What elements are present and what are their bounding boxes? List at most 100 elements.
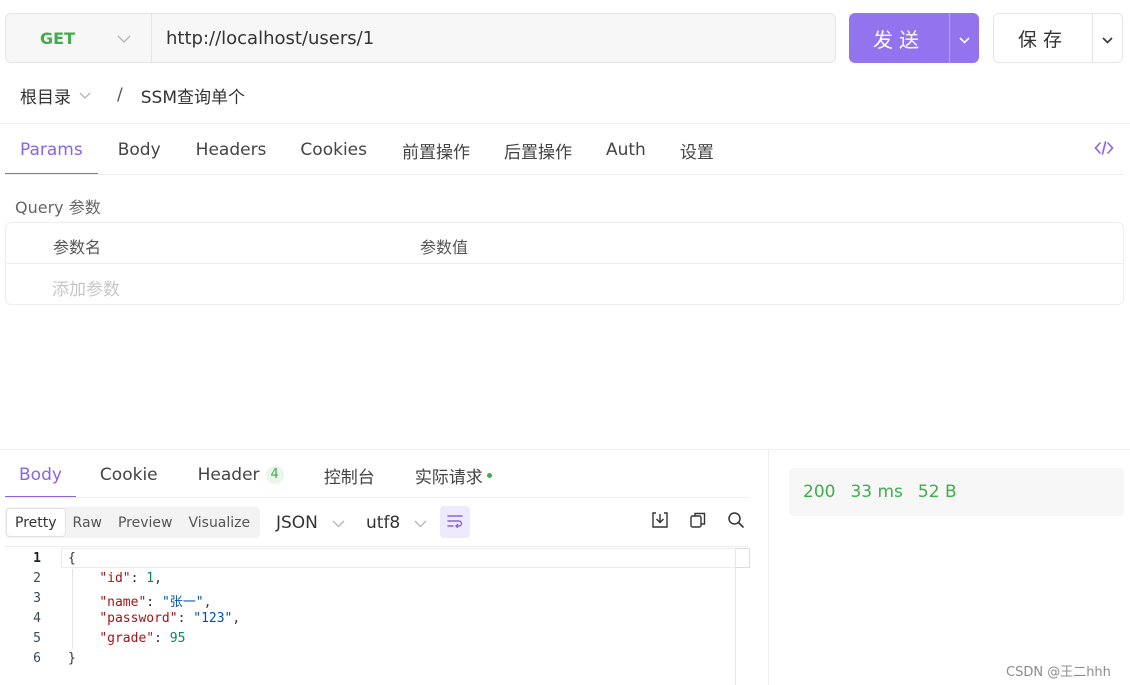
line-number: 2 [33, 571, 41, 586]
tab-pre-request[interactable]: 前置操作 [387, 125, 485, 175]
active-line-highlight [61, 548, 749, 568]
chevron-down-icon [79, 85, 91, 105]
response-tab-actual-request-label: 实际请求 [414, 467, 483, 488]
json-comma: , [203, 595, 212, 610]
format-mode-group: Pretty Raw Preview Visualize [5, 507, 261, 538]
response-status-bar: 200 33 ms 52 B [789, 468, 1124, 516]
code-line: } [68, 651, 76, 666]
response-tab-header-label: Header [197, 465, 260, 485]
chevron-down-icon [1102, 29, 1113, 48]
response-tab-body[interactable]: Body [5, 452, 76, 498]
json-key: "password" [99, 611, 178, 626]
breadcrumb-separator: / [117, 85, 123, 105]
line-number: 3 [33, 591, 41, 606]
json-value: "123" [193, 611, 233, 626]
breadcrumb-current: SSM查询单个 [140, 87, 245, 108]
response-split-divider[interactable] [768, 450, 769, 685]
response-tab-actual-request[interactable]: 实际请求 [401, 452, 506, 498]
tab-settings[interactable]: 设置 [665, 125, 729, 175]
copy-icon [689, 511, 707, 533]
search-button[interactable] [726, 512, 746, 532]
param-value-header: 参数值 [420, 238, 469, 257]
line-number: 6 [33, 651, 41, 666]
code-icon [1094, 140, 1114, 160]
editor-scrollbar[interactable] [735, 548, 750, 685]
breadcrumb-root[interactable]: 根目录 [20, 83, 91, 108]
query-params-table: 参数名 参数值 添加参数 [5, 222, 1124, 305]
json-key: "id" [99, 571, 131, 586]
tab-params[interactable]: Params [5, 125, 98, 175]
line-number: 4 [33, 611, 41, 626]
breadcrumb: 根目录 / SSM查询单个 [20, 83, 245, 108]
chevron-down-icon [117, 29, 131, 48]
response-tabs: Body Cookie Header 4 控制台 实际请求 [5, 452, 518, 498]
json-value: 1 [146, 571, 155, 586]
send-button[interactable]: 发送 [849, 13, 949, 63]
divider [0, 123, 1130, 124]
request-tabs: Params Body Headers Cookies 前置操作 后置操作 Au… [5, 125, 729, 175]
tab-auth[interactable]: Auth [591, 125, 661, 175]
chevron-down-icon [332, 513, 345, 533]
json-value: "张一" [161, 595, 204, 610]
content-type-label: JSON [276, 513, 318, 533]
code-line: "password": "123", [99, 611, 241, 626]
divider [0, 449, 1130, 450]
response-size: 52 B [917, 482, 957, 502]
content-type-select[interactable]: JSON [276, 511, 345, 535]
tab-body[interactable]: Body [103, 125, 176, 175]
line-number: 1 [33, 551, 41, 566]
word-wrap-button[interactable] [440, 506, 470, 538]
response-tab-console[interactable]: 控制台 [310, 452, 389, 498]
format-raw[interactable]: Raw [65, 509, 110, 536]
method-select[interactable]: GET [6, 14, 152, 62]
line-number-gutter: 1 2 3 4 5 6 [5, 547, 61, 685]
header-count-badge: 4 [265, 466, 284, 484]
breadcrumb-root-label: 根目录 [20, 87, 71, 108]
json-comma: , [154, 571, 162, 586]
status-dot [486, 472, 492, 478]
json-value: 95 [169, 631, 186, 646]
response-tab-cookie[interactable]: Cookie [86, 452, 172, 498]
request-bar: GET [5, 13, 836, 63]
format-pretty[interactable]: Pretty [7, 509, 65, 536]
json-key: "name" [99, 595, 147, 610]
code-line: "grade": 95 [99, 631, 186, 646]
save-button[interactable]: 保存 [994, 14, 1093, 62]
search-icon [727, 511, 745, 533]
divider [5, 174, 1124, 175]
tab-cookies[interactable]: Cookies [285, 125, 382, 175]
download-button[interactable] [650, 512, 670, 532]
chevron-down-icon [414, 513, 427, 533]
format-visualize[interactable]: Visualize [180, 509, 258, 536]
send-options-button[interactable] [949, 13, 979, 63]
code-line: "name": "张一", [99, 595, 212, 610]
tab-post-request[interactable]: 后置操作 [489, 125, 587, 175]
tab-headers[interactable]: Headers [181, 125, 282, 175]
method-label: GET [40, 28, 75, 48]
encoding-select[interactable]: utf8 [366, 511, 427, 535]
url-input[interactable] [152, 14, 835, 62]
watermark: CSDN @王二hhh [1006, 665, 1111, 680]
format-preview[interactable]: Preview [110, 509, 181, 536]
encoding-label: utf8 [366, 513, 401, 533]
send-button-group: 发送 [849, 13, 979, 63]
download-icon [651, 511, 669, 533]
code-line: { [68, 551, 76, 566]
json-comma: , [232, 611, 241, 626]
response-tab-header[interactable]: Header 4 [184, 452, 298, 498]
add-param-input[interactable]: 添加参数 [52, 275, 120, 300]
save-options-button[interactable] [1093, 14, 1122, 62]
json-key: "grade" [99, 631, 155, 646]
save-button-group: 保存 [993, 13, 1123, 63]
scrollbar-thumb[interactable] [736, 548, 750, 568]
response-body-editor[interactable]: 1 2 3 4 5 6 { "id": 1, "name": "张一", "pa… [5, 546, 750, 685]
status-code: 200 [803, 482, 836, 502]
code-line: "id": 1, [99, 571, 162, 586]
query-params-label: Query 参数 [15, 198, 101, 217]
response-time: 33 ms [850, 482, 903, 502]
param-table-header: 参数名 参数值 [6, 223, 1123, 264]
code-view-button[interactable] [1092, 140, 1116, 160]
copy-button[interactable] [688, 512, 708, 532]
chevron-down-icon [959, 29, 970, 48]
line-number: 5 [33, 631, 41, 646]
